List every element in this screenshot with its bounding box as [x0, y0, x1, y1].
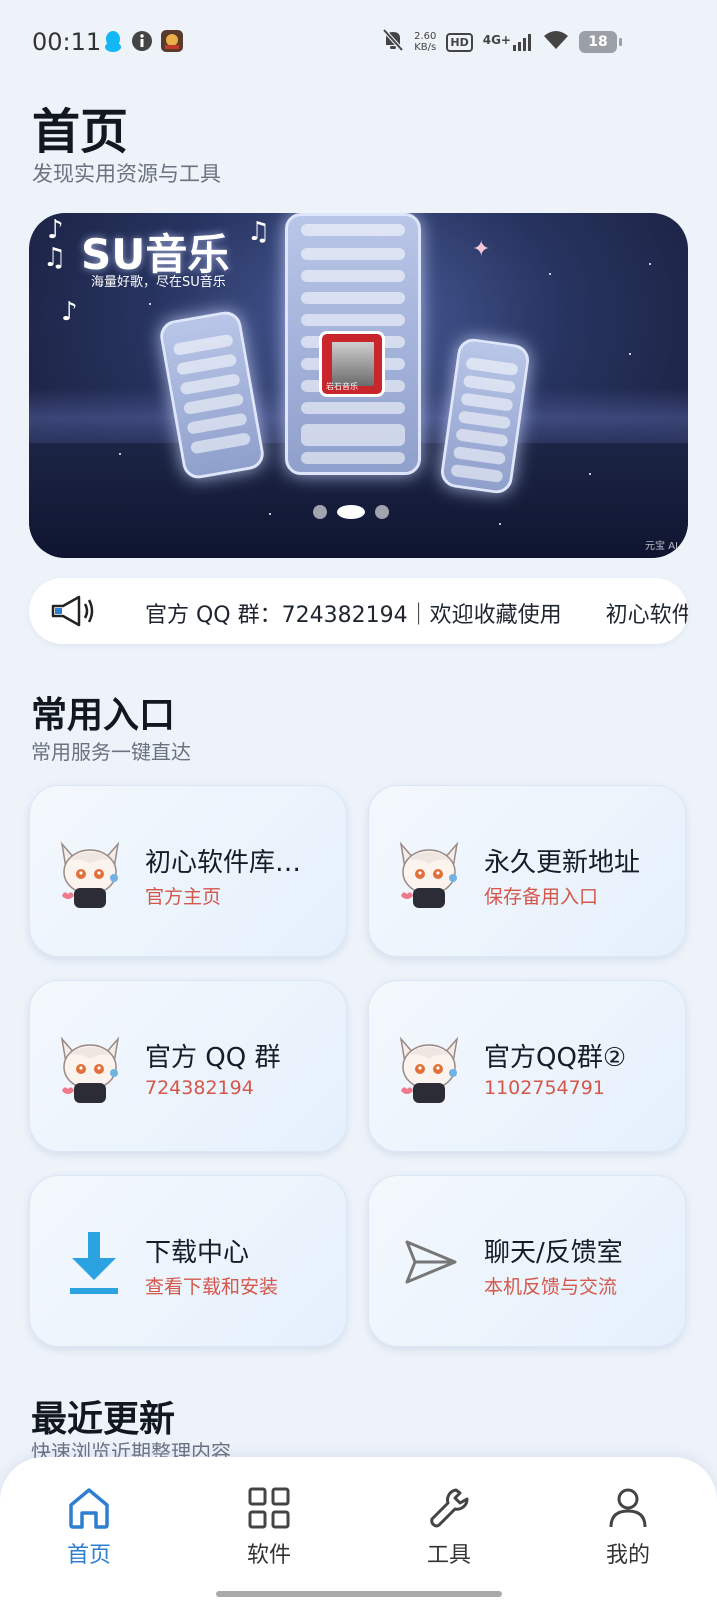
entry-card-title: 下载中心: [145, 1238, 250, 1268]
banner-subtitle: 海量好歌，尽在SU音乐: [91, 275, 226, 290]
music-note-icon: ♪: [61, 297, 78, 327]
banner-dot-active[interactable]: [337, 505, 365, 519]
music-note-icon: ♫: [43, 243, 67, 273]
wifi-icon: [543, 30, 569, 54]
entry-card-subtitle: 查看下载和安装: [145, 1276, 279, 1298]
grid-icon: [209, 1485, 329, 1531]
notice-fade: [89, 578, 149, 644]
home-icon: [29, 1485, 149, 1531]
nav-tools-label: 工具: [426, 1543, 471, 1568]
notice-text: 官方 QQ 群：724382194｜欢迎收藏使用 初心软件库: [145, 603, 688, 628]
battery-indicator: 18: [579, 31, 622, 53]
entry-card[interactable]: 官方QQ群② 1102754791: [368, 980, 686, 1152]
sparkle-star-icon: ✦: [472, 237, 491, 262]
nav-software[interactable]: 软件: [209, 1485, 329, 1569]
promo-banner[interactable]: ♪ ♫ ♪ ♫ ✦ SU音乐 海量好歌，尽在SU音乐 岩石音乐 元宝 AI: [29, 213, 688, 558]
nav-home-label: 首页: [66, 1543, 111, 1568]
anime-avatar-icon: [52, 838, 128, 910]
network-speed-value: 2.60: [414, 31, 437, 42]
banner-dot[interactable]: [313, 505, 327, 519]
entry-card-title: 永久更新地址: [484, 848, 641, 878]
music-note-icon: ♪: [47, 215, 64, 245]
entry-card-subtitle: 保存备用入口: [484, 886, 599, 908]
user-icon: [568, 1485, 688, 1531]
hd-badge: HD: [446, 32, 473, 52]
entry-card[interactable]: 永久更新地址保存备用入口: [368, 785, 686, 957]
network-speed-unit: KB/s: [414, 42, 437, 53]
network-speed: 2.60 KB/s: [414, 31, 436, 53]
entry-card[interactable]: 初心软件库… 官方主页: [29, 785, 347, 957]
entry-card[interactable]: 官方 QQ 群 724382194: [29, 980, 347, 1152]
section-subtitle-common: 常用服务一键直达: [31, 740, 191, 764]
entry-card-title: 官方QQ群②: [484, 1043, 627, 1073]
wrench-icon: [389, 1485, 509, 1531]
album-caption: 岩石音乐: [326, 382, 358, 391]
game-app-icon: [161, 30, 183, 56]
page-title: 首页: [32, 104, 129, 160]
entry-card-subtitle: 1102754791: [484, 1077, 605, 1099]
entry-card-title: 聊天/反馈室: [484, 1238, 623, 1268]
send-icon: [403, 1234, 479, 1306]
entry-card[interactable]: 下载中心查看下载和安装: [29, 1175, 347, 1347]
home-indicator[interactable]: [216, 1591, 502, 1597]
nav-profile[interactable]: 我的: [568, 1485, 688, 1569]
info-icon: [131, 30, 153, 56]
anime-avatar-icon: [52, 1033, 128, 1105]
nav-software-label: 软件: [246, 1543, 291, 1568]
section-title-common: 常用入口: [31, 695, 176, 736]
entry-card-title: 初心软件库…: [145, 848, 302, 878]
nav-home[interactable]: 首页: [29, 1485, 149, 1569]
status-bar: 00:11 2.60 KB/s HD 4G+ 18: [0, 0, 717, 84]
status-right-cluster: 2.60 KB/s HD 4G+ 18: [382, 28, 622, 56]
entry-card-subtitle: 本机反馈与交流: [484, 1276, 618, 1298]
entry-card-subtitle: 官方主页: [145, 886, 222, 908]
download-icon: [64, 1228, 140, 1300]
signal-strength-icon: 4G+: [483, 33, 533, 51]
signal-type-label: 4G+: [482, 33, 511, 47]
banner-watermark: 元宝 AI: [645, 541, 678, 552]
mute-bell-icon: [382, 28, 404, 56]
status-time: 00:11: [32, 28, 102, 56]
entry-card[interactable]: 聊天/反馈室本机反馈与交流: [368, 1175, 686, 1347]
music-note-icon: ♫: [247, 217, 271, 247]
banner-pagination[interactable]: [313, 505, 389, 519]
anime-avatar-icon: [391, 1033, 467, 1105]
entry-card-title: 官方 QQ 群: [145, 1043, 281, 1073]
album-cover: 岩石音乐: [319, 331, 385, 397]
section-title-recent: 最近更新: [31, 1399, 176, 1440]
nav-profile-label: 我的: [605, 1543, 650, 1568]
banner-dot[interactable]: [375, 505, 389, 519]
entry-card-subtitle: 724382194: [145, 1077, 254, 1099]
nav-tools[interactable]: 工具: [389, 1485, 509, 1569]
anime-avatar-icon: [391, 838, 467, 910]
qq-penguin-icon: [103, 30, 123, 58]
notice-marquee[interactable]: 官方 QQ 群：724382194｜欢迎收藏使用 初心软件库: [29, 578, 688, 644]
megaphone-icon: [49, 594, 94, 628]
page-subtitle: 发现实用资源与工具: [32, 162, 221, 186]
bottom-nav: 首页 软件 工具 我的: [0, 1457, 717, 1600]
